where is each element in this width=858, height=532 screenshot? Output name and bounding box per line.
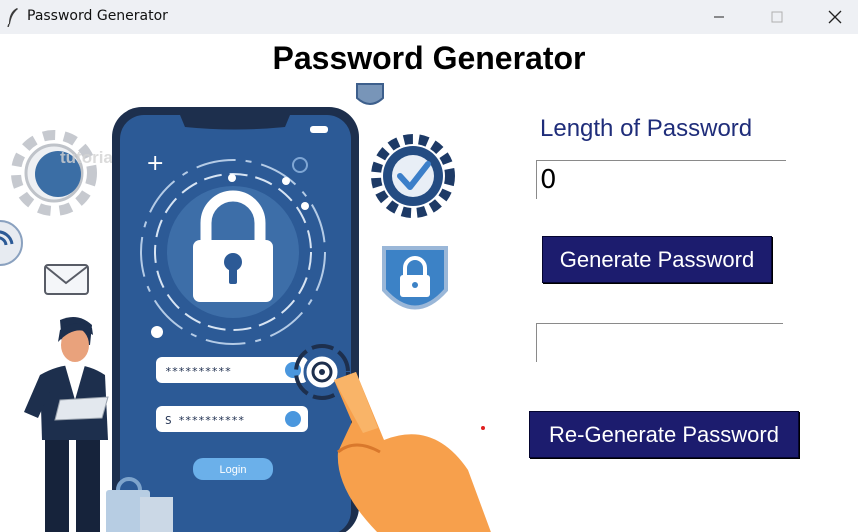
page-title: Password Generator	[272, 40, 586, 76]
phone-password-field: **********	[165, 365, 231, 378]
person-figure	[24, 316, 109, 532]
generate-password-button[interactable]: Generate Password	[542, 236, 772, 283]
security-illustration: tutorialkart + ********** S ********** L	[0, 83, 491, 532]
password-output-field[interactable]	[536, 323, 783, 362]
gear-icon	[11, 130, 97, 216]
phone-login-label: Login	[220, 464, 247, 476]
close-button[interactable]	[812, 0, 858, 34]
maximize-button[interactable]	[754, 0, 800, 34]
minimize-button[interactable]	[696, 0, 742, 34]
check-gear-icon	[371, 134, 455, 218]
svg-text:+: +	[146, 151, 164, 176]
shield-icon	[356, 83, 384, 105]
mail-icon	[44, 264, 89, 295]
pointing-hand	[334, 372, 491, 532]
length-label: Length of Password	[540, 115, 753, 142]
maximize-icon	[771, 11, 783, 23]
regenerate-password-button[interactable]: Re-Generate Password	[529, 411, 799, 458]
close-icon	[828, 10, 842, 24]
phone-username-field: S **********	[165, 414, 244, 427]
window-titlebar: Password Generator	[0, 0, 858, 34]
wifi-icon	[0, 220, 23, 266]
shield-lock-icon	[382, 246, 448, 310]
length-input[interactable]	[536, 160, 786, 199]
minimize-icon	[714, 16, 724, 18]
window-title: Password Generator	[27, 8, 168, 24]
feather-icon	[7, 8, 18, 27]
red-dot	[481, 426, 485, 430]
